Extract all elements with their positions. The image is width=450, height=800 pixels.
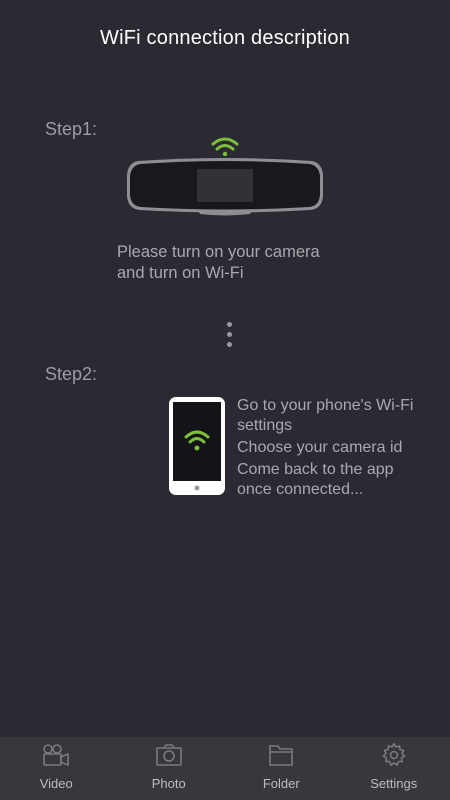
nav-item-settings[interactable]: Settings xyxy=(338,737,450,800)
folder-icon xyxy=(267,742,295,768)
page-title: WiFi connection description xyxy=(100,27,350,49)
step1-label: Step1: xyxy=(45,119,98,139)
gear-icon xyxy=(380,742,408,768)
nav-item-video[interactable]: Video xyxy=(0,737,113,800)
dot xyxy=(227,332,232,337)
phone-illustration xyxy=(168,396,226,496)
dot xyxy=(227,322,232,327)
step2-text-line1: Go to your phone's Wi-Fi xyxy=(237,397,414,414)
step2-text-line5: once connected... xyxy=(237,481,364,498)
nav-label-settings: Settings xyxy=(370,776,418,791)
nav-label-photo: Photo xyxy=(151,776,186,791)
dot xyxy=(227,342,232,347)
video-camera-icon xyxy=(42,742,70,768)
step2-text-line4: Come back to the app xyxy=(237,461,394,478)
step1-instructions: Please turn on your camera and turn on W… xyxy=(117,242,417,284)
wifi-icon xyxy=(211,137,239,157)
step2-instructions: Go to your phone's Wi-Fi settings Choose… xyxy=(237,396,437,500)
step1-text-line2: and turn on Wi-Fi xyxy=(117,264,244,282)
step2-text-line3: Choose your camera id xyxy=(237,439,403,456)
nav-item-photo[interactable]: Photo xyxy=(113,737,226,800)
nav-label-folder: Folder xyxy=(262,776,300,791)
vertical-dots-separator xyxy=(224,322,236,350)
bottom-navigation-bar: Video Photo Folder Settings xyxy=(0,737,450,800)
step1-text-line1: Please turn on your camera xyxy=(117,243,320,261)
rearview-mirror-camera-illustration xyxy=(124,133,326,219)
step2-text-line2: settings xyxy=(237,417,293,434)
nav-item-folder[interactable]: Folder xyxy=(225,737,338,800)
camera-icon xyxy=(155,742,183,768)
nav-label-video: Video xyxy=(39,776,73,791)
step2-label: Step2: xyxy=(45,364,98,384)
